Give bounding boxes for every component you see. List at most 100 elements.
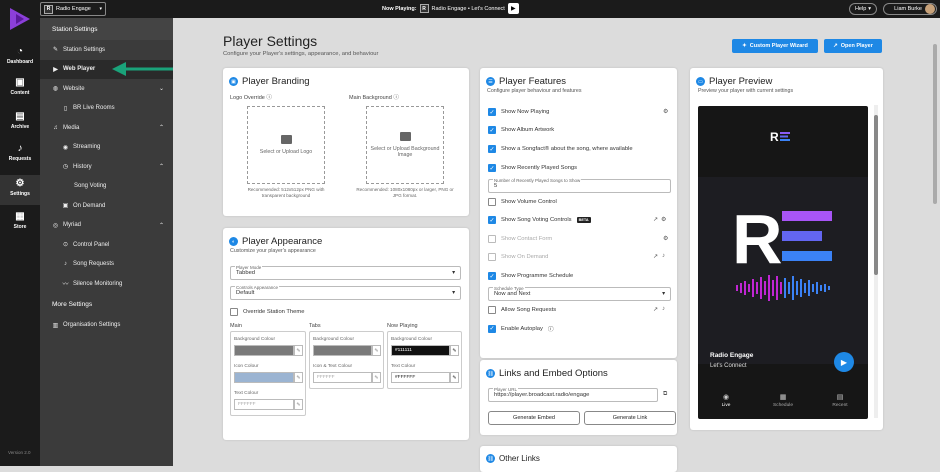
pencil-icon[interactable]: ✎ (372, 345, 381, 356)
recent-count-input[interactable]: Number of Recently Played Songs to Show … (488, 178, 671, 193)
monitor-icon: ▭ (696, 77, 705, 86)
preview-tab-recent[interactable]: ▤ Recent (825, 393, 855, 408)
show-now-playing-checkbox[interactable]: ✓ Show Now Playing (488, 108, 549, 116)
controls-appearance-select[interactable]: Controls Appearance Default ▾ (230, 285, 461, 300)
show-recently-played-checkbox[interactable]: ✓ Show Recently Played Songs (488, 164, 577, 172)
station-selector[interactable]: R Radio Engage ▾ (40, 2, 106, 16)
sidebar-item-silence-monitoring[interactable]: 〰 Silence Monitoring (40, 274, 173, 294)
card-subtitle: Customize your player's appearance (230, 248, 316, 254)
external-link-icon[interactable]: ↗ (653, 253, 658, 260)
sidebar-item-song-voting[interactable]: Song Voting (40, 177, 173, 197)
sidebar-item-website[interactable]: ◍ Website ⌄ (40, 79, 173, 99)
music-note-icon[interactable]: ♪ (662, 306, 665, 312)
sidebar-item-streaming[interactable]: ◉ Streaming (40, 138, 173, 158)
version-label: Version 2.0 (8, 450, 31, 455)
now-playing-background-colour-field[interactable]: #111111 (391, 345, 450, 356)
show-song-voting-checkbox[interactable]: ✓ Show Song Voting Controls BETA (488, 216, 591, 224)
checkbox[interactable]: ✓ (488, 272, 496, 280)
rail-item-archive[interactable]: ▤ Archive (0, 111, 40, 130)
checkbox[interactable]: ✓ (488, 216, 496, 224)
generate-embed-button[interactable]: Generate Embed (488, 411, 580, 425)
pencil-icon[interactable]: ✎ (450, 345, 459, 356)
music-note-icon[interactable]: ♪ (662, 253, 665, 259)
help-button[interactable]: Help ▾ (849, 3, 877, 15)
tabs-icon-text-colour-field[interactable]: FFFFFF (313, 372, 372, 383)
link-icon: ⛓ (486, 454, 495, 463)
checkbox[interactable]: ✓ (488, 108, 496, 116)
pencil-icon[interactable]: ✎ (450, 372, 459, 383)
checkbox[interactable] (488, 198, 496, 206)
preview-tab-live[interactable]: ◉ Live (711, 393, 741, 408)
gear-icon[interactable]: ⚙ (663, 108, 668, 115)
rail-item-settings[interactable]: ⚙ Settings (0, 175, 40, 205)
preview-tab-schedule[interactable]: ▦ Schedule (768, 393, 798, 408)
chevron-down-icon: ▾ (868, 6, 872, 12)
copy-icon[interactable]: ⧉ (663, 391, 667, 398)
sidebar-item-br-live-rooms[interactable]: ▯ BR Live Rooms (40, 99, 173, 119)
preview-scrollbar[interactable] (874, 105, 878, 418)
play-icon[interactable]: ▶ (834, 352, 854, 372)
player-url-input[interactable]: Player URL https://player.broadcast.radi… (488, 387, 658, 402)
gear-icon[interactable]: ⚙ (663, 235, 668, 242)
help-circle-icon[interactable]: ⓘ (548, 324, 554, 333)
main-icon-colour-field[interactable] (234, 372, 294, 383)
show-programme-schedule-checkbox[interactable]: ✓ Show Programme Schedule (488, 272, 573, 280)
show-on-demand-checkbox[interactable]: Show On Demand (488, 253, 548, 261)
player-preview-card: ▭ Player Preview Preview your player wit… (690, 68, 883, 430)
pencil-icon[interactable]: ✎ (294, 372, 303, 383)
checkbox[interactable] (230, 308, 238, 316)
checkbox[interactable] (488, 235, 496, 243)
user-menu-button[interactable]: Liam Burke (883, 3, 937, 15)
pencil-icon[interactable]: ✎ (372, 372, 381, 383)
show-volume-checkbox[interactable]: Show Volume Control (488, 198, 557, 206)
external-link-icon[interactable]: ↗ (653, 306, 658, 313)
checkbox[interactable] (488, 253, 496, 261)
play-icon[interactable]: ▶ (507, 3, 519, 14)
custom-player-wizard-button[interactable]: ✦ Custom Player Wizard (732, 39, 818, 53)
app-logo[interactable] (8, 6, 32, 32)
checkbox[interactable]: ✓ (488, 164, 496, 172)
external-link-icon[interactable]: ↗ (653, 216, 658, 223)
rail-item-content[interactable]: ▣ Content (0, 77, 40, 96)
main-background-colour-field[interactable] (234, 345, 294, 356)
rail-item-store[interactable]: ▦ Store (0, 211, 40, 230)
sidebar-item-media[interactable]: ♫ Media ⌃ (40, 118, 173, 138)
override-theme-checkbox[interactable]: Override Station Theme (230, 308, 304, 316)
sidebar-item-song-requests[interactable]: ♪ Song Requests (40, 255, 173, 275)
settings-cluster-icon[interactable]: ⚙ (661, 216, 666, 223)
schedule-type-select[interactable]: Schedule Type Now and Next ▾ (488, 286, 671, 301)
checkbox[interactable]: ✓ (488, 324, 496, 333)
main-text-colour-field[interactable]: FFFFFF (234, 399, 294, 410)
checkbox[interactable] (488, 306, 496, 314)
player-mode-select[interactable]: Player Mode Tabbed ▾ (230, 265, 461, 280)
pencil-icon[interactable]: ✎ (294, 345, 303, 356)
generate-link-button[interactable]: Generate Link (584, 411, 676, 425)
rail-item-dashboard[interactable]: ◔ Dashboard (0, 46, 40, 65)
show-songfact-checkbox[interactable]: ✓ Show a Songfact® about the song, where … (488, 145, 633, 153)
show-contact-form-checkbox[interactable]: Show Contact Form (488, 235, 552, 243)
sidebar-item-on-demand[interactable]: ▣ On Demand (40, 196, 173, 216)
globe-icon: ◍ (52, 86, 59, 93)
open-player-button[interactable]: ↗ Open Player (824, 39, 882, 53)
sidebar-item-myriad[interactable]: ◎ Myriad ⌃ (40, 216, 173, 236)
sidebar-item-organisation-settings[interactable]: ▥ Organisation Settings (40, 316, 173, 336)
rail-item-requests[interactable]: ♪ Requests (0, 143, 40, 162)
sidebar-item-control-panel[interactable]: ⊙ Control Panel (40, 235, 173, 255)
page-scrollbar[interactable] (932, 24, 938, 464)
app-rail: ◔ Dashboard ▣ Content ▤ Archive ♪ Reques… (0, 0, 40, 466)
enable-autoplay-checkbox[interactable]: ✓ Enable Autoplay ⓘ (488, 324, 554, 333)
checkbox[interactable]: ✓ (488, 145, 496, 153)
allow-song-requests-checkbox[interactable]: Allow Song Requests (488, 306, 556, 314)
scrollbar-thumb[interactable] (933, 44, 937, 204)
show-album-artwork-checkbox[interactable]: ✓ Show Album Artwork (488, 126, 554, 134)
pencil-icon[interactable]: ✎ (294, 399, 303, 410)
background-upload-dropzone[interactable]: Select or Upload Background Image (366, 106, 444, 184)
tabs-background-colour-field[interactable] (313, 345, 372, 356)
card-title: ⛓ Links and Embed Options (486, 368, 608, 379)
sidebar-item-history[interactable]: ◷ History ⌃ (40, 157, 173, 177)
sidebar-item-station-settings[interactable]: ✎ Station Settings (40, 40, 173, 60)
logo-upload-dropzone[interactable]: Select or Upload Logo (247, 106, 325, 184)
scrollbar-thumb[interactable] (874, 115, 878, 275)
checkbox[interactable]: ✓ (488, 126, 496, 134)
now-playing-text-colour-field[interactable]: #FFFFFF (391, 372, 450, 383)
